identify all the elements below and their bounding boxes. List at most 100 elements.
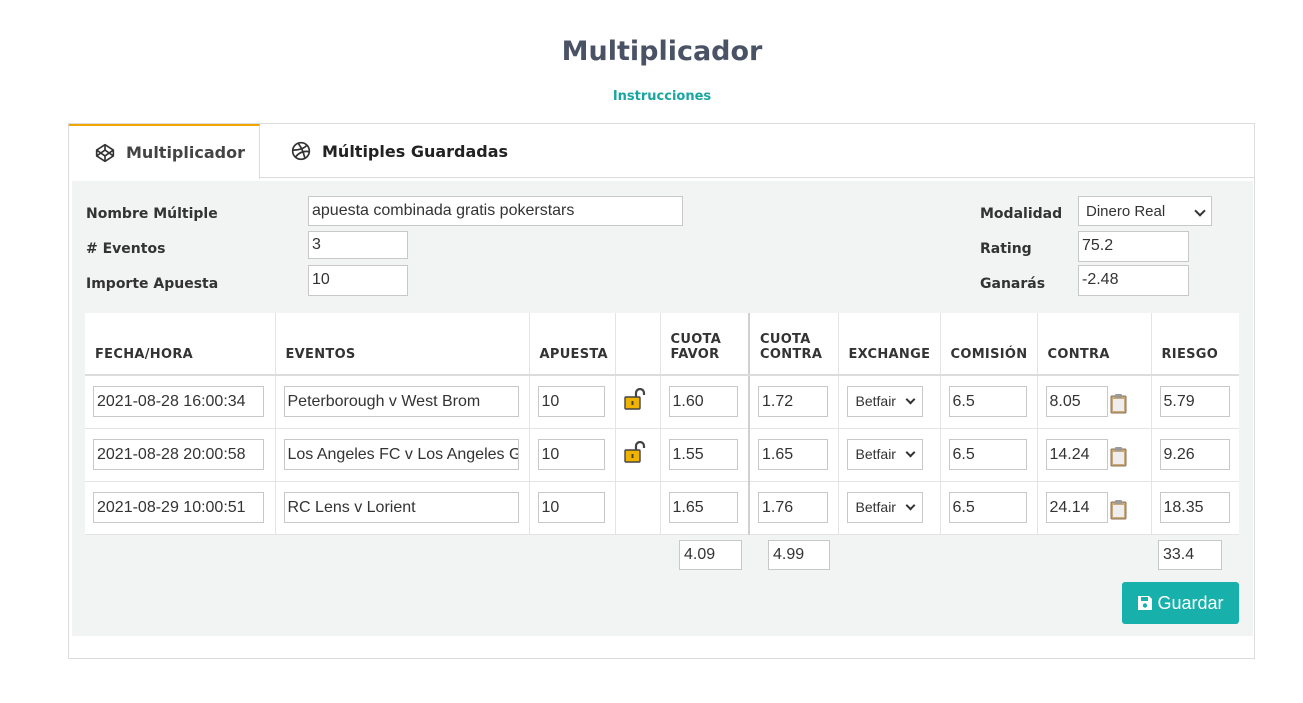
commission-cell: 6.5: [940, 375, 1038, 429]
amount-input[interactable]: 10: [308, 265, 408, 296]
unlock-icon[interactable]: [623, 388, 648, 410]
col-odds-for-line1: CUOTA: [670, 332, 722, 347]
exchange-value: Betfair: [855, 446, 896, 462]
odds-for-input[interactable]: 1.55: [668, 439, 738, 470]
commission-input[interactable]: 6.5: [948, 386, 1027, 418]
rating-input[interactable]: 75.2: [1078, 231, 1189, 262]
stake-cell: 10: [529, 481, 616, 535]
tab-label: Múltiples Guardadas: [322, 141, 509, 161]
lock-cell: [615, 375, 661, 429]
table-header-row: FECHA/HORA EVENTOS APUESTA CUOTA FAVOR CU…: [85, 313, 1239, 376]
commission-cell: 6.5: [940, 481, 1038, 535]
col-risk: RIESGO: [1151, 313, 1239, 376]
col-exchange: EXCHANGE: [838, 313, 941, 376]
tab-multiples-guardadas[interactable]: Múltiples Guardadas: [289, 124, 508, 178]
exchange-cell: Betfair: [838, 481, 941, 535]
exchange-value: Betfair: [855, 499, 896, 515]
events-table: FECHA/HORA EVENTOS APUESTA CUOTA FAVOR CU…: [85, 313, 1239, 535]
commission-input[interactable]: 6.5: [948, 492, 1027, 523]
risk-input[interactable]: 9.26: [1159, 439, 1230, 470]
chevron-down-icon: [905, 500, 915, 511]
exchange-select[interactable]: Betfair: [846, 439, 923, 470]
col-odds-against-line2: CONTRA: [760, 347, 823, 362]
odds-against-input[interactable]: 1.72: [758, 386, 828, 418]
odds-for-input[interactable]: 1.65: [668, 492, 738, 523]
date-cell: 2021-08-29 10:00:51: [85, 481, 276, 535]
col-events: EVENTOS: [275, 313, 530, 376]
odds-against-input[interactable]: 1.76: [758, 492, 828, 523]
stake-input[interactable]: 10: [537, 439, 605, 470]
tab-label: Multiplicador: [126, 143, 245, 162]
tab-bar: Multiplicador Múltiples Guardadas: [69, 124, 1254, 179]
table-row: 2021-08-28 20:00:58 Los Angeles FC v Los…: [85, 428, 1239, 482]
risk-cell: 9.26: [1151, 428, 1239, 482]
exchange-cell: Betfair: [838, 428, 941, 482]
save-label: Guardar: [1157, 592, 1224, 613]
lay-input[interactable]: 8.05: [1045, 386, 1108, 418]
stake-input[interactable]: 10: [537, 386, 605, 418]
lock-cell: [615, 481, 661, 535]
mode-value: Dinero Real: [1086, 202, 1166, 220]
dribbble-icon: [291, 141, 311, 161]
chevron-down-icon: [905, 447, 915, 458]
date-input[interactable]: 2021-08-28 16:00:34: [93, 386, 264, 418]
codepen-icon: [95, 143, 115, 162]
name-input[interactable]: apuesta combinada gratis pokerstars: [308, 196, 683, 226]
clipboard-icon[interactable]: [1110, 393, 1127, 414]
lay-cell: 14.24: [1037, 428, 1152, 482]
odds-against-cell: 1.72: [749, 375, 839, 429]
stake-input[interactable]: 10: [537, 492, 605, 523]
lay-input[interactable]: 24.14: [1045, 492, 1108, 523]
lock-cell: [615, 428, 661, 482]
save-button[interactable]: Guardar: [1122, 582, 1239, 624]
total-risk: 33.4: [1158, 540, 1222, 570]
chevron-down-icon: [905, 394, 915, 405]
mode-select[interactable]: Dinero Real: [1078, 196, 1212, 226]
commission-input[interactable]: 6.5: [948, 439, 1027, 470]
multiplier-panel: Nombre Múltiple apuesta combinada gratis…: [72, 181, 1253, 636]
commission-cell: 6.5: [940, 428, 1038, 482]
col-date: FECHA/HORA: [85, 313, 276, 376]
odds-against-input[interactable]: 1.65: [758, 439, 828, 470]
date-cell: 2021-08-28 20:00:58: [85, 428, 276, 482]
mode-label: Modalidad: [980, 206, 1063, 222]
exchange-value: Betfair: [855, 393, 896, 410]
total-odds-for: 4.09: [679, 540, 742, 570]
clipboard-icon[interactable]: [1110, 446, 1127, 467]
col-lock: [615, 313, 661, 376]
date-input[interactable]: 2021-08-28 20:00:58: [93, 439, 264, 470]
unlock-icon[interactable]: [623, 441, 648, 463]
page-title: Multiplicador: [561, 36, 763, 67]
event-cell: RC Lens v Lorient: [275, 481, 530, 535]
events-count-input[interactable]: 3: [308, 231, 408, 259]
rating-label: Rating: [980, 241, 1032, 257]
odds-for-input[interactable]: 1.60: [668, 386, 738, 418]
total-odds-against: 4.99: [768, 540, 830, 570]
risk-input[interactable]: 18.35: [1159, 492, 1230, 523]
event-input[interactable]: Los Angeles FC v Los Angeles Galaxy: [283, 439, 519, 470]
clipboard-icon[interactable]: [1110, 499, 1127, 520]
table-row: 2021-08-29 10:00:51 RC Lens v Lorient 10…: [85, 481, 1239, 535]
save-icon: [1138, 596, 1153, 610]
tab-multiplicador[interactable]: Multiplicador: [69, 124, 260, 179]
risk-cell: 18.35: [1151, 481, 1239, 535]
event-input[interactable]: RC Lens v Lorient: [283, 492, 519, 523]
risk-input[interactable]: 5.79: [1159, 386, 1230, 418]
event-input[interactable]: Peterborough v West Brom: [283, 386, 519, 418]
col-odds-against: CUOTA CONTRA: [749, 313, 839, 376]
lay-cell: 8.05: [1037, 375, 1152, 429]
exchange-select[interactable]: Betfair: [846, 492, 923, 523]
risk-cell: 5.79: [1151, 375, 1239, 429]
lay-input[interactable]: 14.24: [1045, 439, 1108, 470]
event-cell: Peterborough v West Brom: [275, 375, 530, 429]
exchange-cell: Betfair: [838, 375, 941, 429]
instructions-link[interactable]: Instrucciones: [0, 89, 1303, 104]
date-cell: 2021-08-28 16:00:34: [85, 375, 276, 429]
date-input[interactable]: 2021-08-29 10:00:51: [93, 492, 264, 523]
event-cell: Los Angeles FC v Los Angeles Galaxy: [275, 428, 530, 482]
win-label: Ganarás: [980, 276, 1046, 292]
win-input[interactable]: -2.48: [1078, 265, 1189, 296]
col-stake: APUESTA: [529, 313, 616, 376]
exchange-select[interactable]: Betfair: [846, 386, 923, 418]
odds-against-cell: 1.65: [749, 428, 839, 482]
